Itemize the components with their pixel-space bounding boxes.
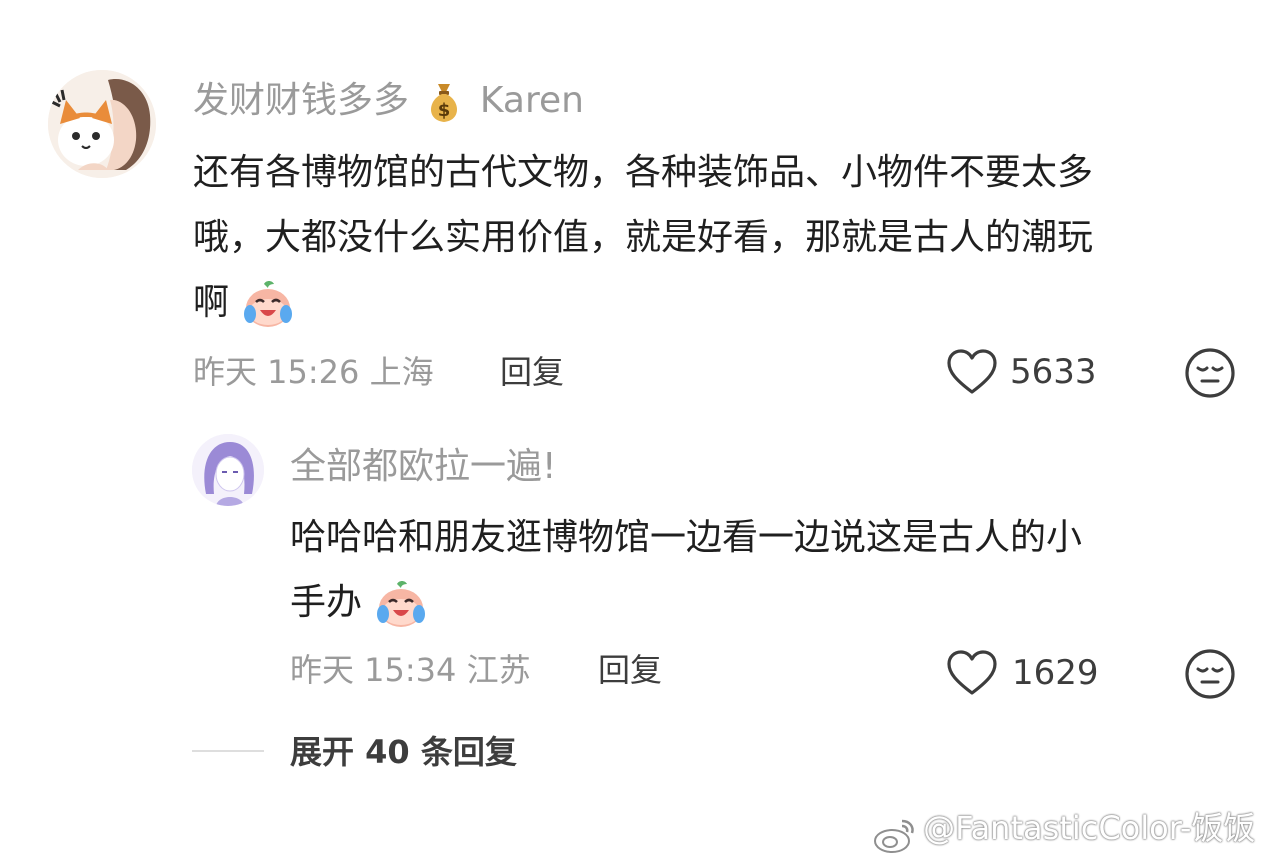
reply-text: 哈哈哈和朋友逛博物馆一边看一边说这是古人的小 手办	[290, 505, 1250, 635]
money-bag-icon: $	[424, 80, 464, 124]
crying-laughing-peach-icon	[242, 278, 294, 330]
comment-time: 昨天 15:26	[193, 353, 360, 391]
comment-like-button[interactable]: 5633	[946, 346, 1116, 398]
heart-icon	[946, 348, 998, 400]
expand-replies-button[interactable]: 展开 40 条回复	[290, 732, 517, 772]
watermark: @FantasticColor-饭饭	[872, 808, 1255, 855]
comment-username-text: 发财财钱多多	[193, 80, 410, 121]
neutral-face-icon	[1185, 649, 1235, 699]
reply-meta: 昨天 15:34 江苏	[290, 650, 531, 690]
comment-text-line: 啊	[193, 282, 230, 323]
watermark-text: @FantasticColor-饭饭	[923, 809, 1256, 847]
comment-dislike-button[interactable]	[1184, 347, 1236, 399]
avatar-main[interactable]	[48, 70, 156, 178]
reply-username[interactable]: 全部都欧拉一遍!	[290, 445, 556, 489]
comment-text-line: 还有各博物馆的古代文物，各种装饰品、小物件不要太多	[193, 152, 1094, 193]
reply-dislike-button[interactable]	[1184, 648, 1236, 700]
comment-username-suffix: Karen	[479, 80, 584, 121]
comment-text-line-last: 啊	[193, 270, 1253, 335]
reply-location: 江苏	[466, 651, 531, 689]
reply-text-line: 哈哈哈和朋友逛博物馆一边看一边说这是古人的小	[290, 517, 1083, 558]
comment-location: 上海	[369, 353, 434, 391]
reply-text-line-last: 手办	[290, 570, 1250, 635]
comment-username[interactable]: 发财财钱多多 $ Karen	[193, 79, 584, 124]
comment-reply-button[interactable]: 回复	[500, 352, 564, 392]
heart-icon	[946, 649, 998, 701]
comment-text: 还有各博物馆的古代文物，各种装饰品、小物件不要太多 哦，大都没什么实用价值，就是…	[193, 140, 1253, 335]
weibo-logo-icon	[872, 815, 918, 855]
avatar-reply[interactable]	[192, 434, 264, 506]
comment-meta: 昨天 15:26 上海	[193, 352, 434, 392]
reply-text-line: 手办	[290, 582, 363, 623]
comment-text-line: 哦，大都没什么实用价值，就是好看，那就是古人的潮玩	[193, 217, 1094, 258]
reply-reply-button[interactable]: 回复	[598, 650, 662, 690]
reply-like-count: 1629	[1012, 653, 1099, 693]
reply-time: 昨天 15:34	[290, 651, 457, 689]
expand-divider	[192, 750, 264, 752]
crying-laughing-peach-icon	[375, 578, 427, 630]
cat-avatar-image	[48, 70, 156, 178]
reply-like-button[interactable]: 1629	[946, 647, 1116, 699]
comment-like-count: 5633	[1010, 352, 1097, 392]
svg-text:$: $	[438, 100, 451, 121]
neutral-face-icon	[1185, 348, 1235, 398]
anime-girl-avatar-image	[192, 434, 264, 506]
